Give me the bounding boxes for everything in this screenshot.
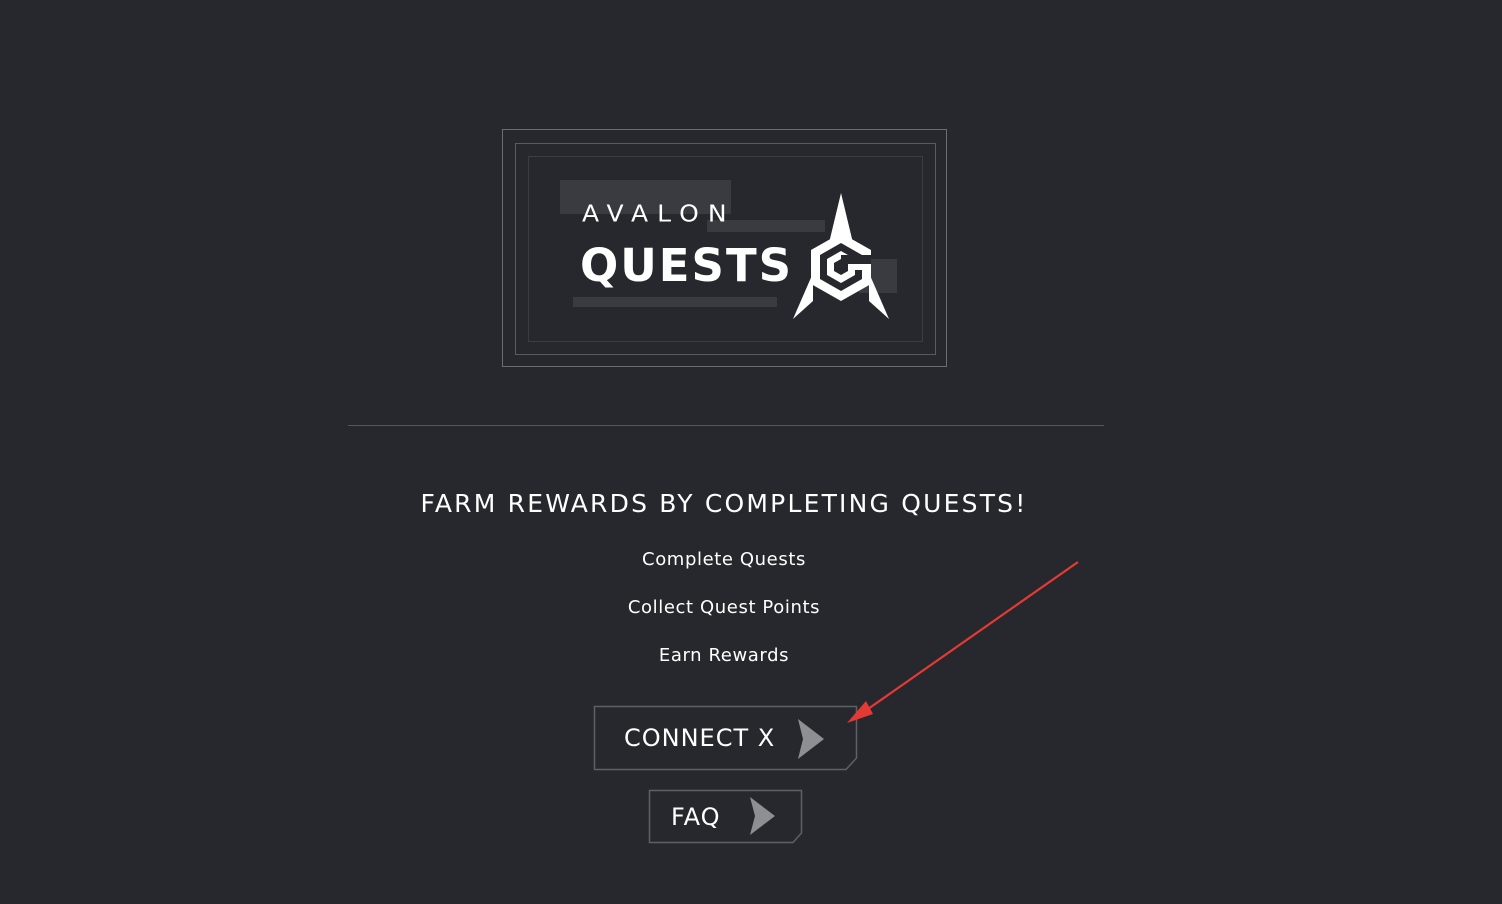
faq-label: FAQ [671,803,721,831]
logo-decoration [573,297,777,307]
logo-frame-inner: AVALON QUESTS [515,143,936,355]
rocket-spiral-icon [793,193,889,319]
chevron-right-icon [750,797,775,835]
step-collect-points: Collect Quest Points [627,597,821,618]
step-earn-rewards: Earn Rewards [658,645,790,666]
step-complete-quests: Complete Quests [642,549,806,570]
logo-wordmark-avalon: AVALON [582,200,736,227]
hero-headline: FARM REWARDS BY COMPLETING QUESTS! [420,489,1028,518]
connect-x-button[interactable]: CONNECT X [593,705,858,771]
logo-frame: AVALON QUESTS [502,129,947,367]
logo-panel: AVALON QUESTS [528,156,923,342]
section-divider [348,425,1104,426]
faq-button[interactable]: FAQ [648,789,803,844]
logo-wordmark-quests: QUESTS [580,239,794,292]
chevron-right-icon [798,719,824,759]
connect-x-label: CONNECT X [624,724,776,752]
